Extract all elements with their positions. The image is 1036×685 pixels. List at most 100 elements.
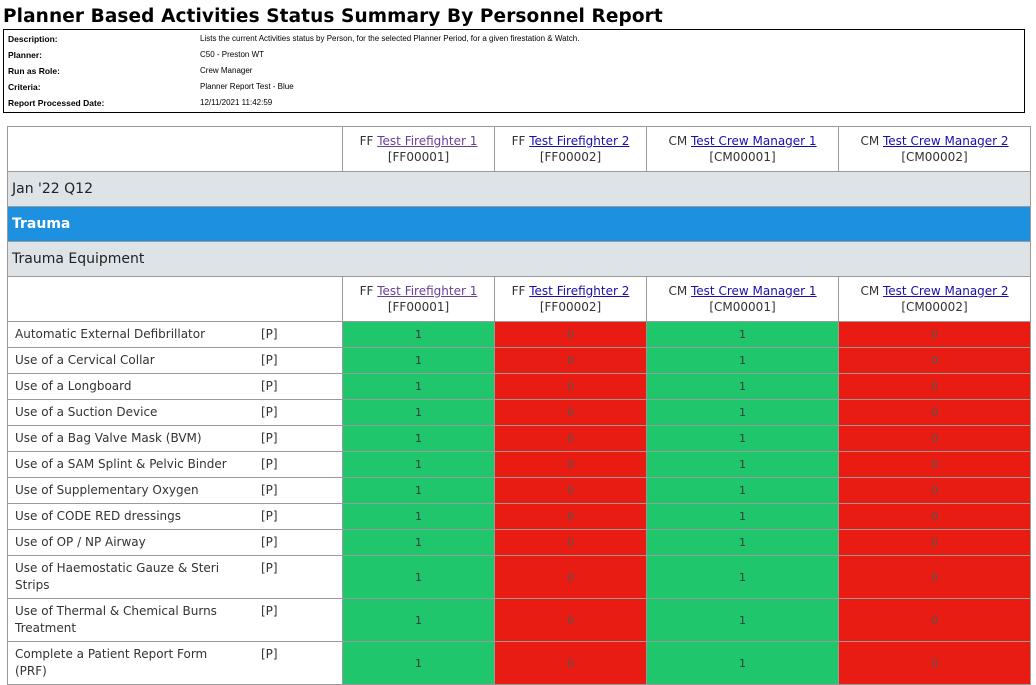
status-cell: 1 — [646, 477, 839, 504]
status-cell: 0 — [838, 598, 1031, 642]
personnel-header-cell: CM Test Crew Manager 2 [CM00002] — [838, 126, 1031, 172]
personnel-link[interactable]: Test Firefighter 2 — [529, 284, 629, 298]
status-cell: 1 — [342, 598, 495, 642]
status-cell: 1 — [646, 641, 839, 685]
table-row: Use of a Longboard [P] 1 0 1 0 — [7, 373, 1031, 400]
status-cell: 0 — [838, 373, 1031, 400]
personnel-header-cell: CM Test Crew Manager 1 [CM00001] — [646, 276, 839, 322]
activity-tag: [P] — [261, 379, 278, 393]
status-cell: 1 — [646, 399, 839, 426]
personnel-code: [FF00002] — [539, 300, 602, 314]
activity-name: Automatic External Defibrillator — [15, 327, 206, 341]
activity-name-cell: Complete a Patient Report Form (PRF) [P] — [7, 641, 343, 685]
status-cell: 0 — [494, 641, 647, 685]
personnel-link[interactable]: Test Crew Manager 2 — [883, 284, 1009, 298]
activity-name: Use of a Suction Device — [15, 405, 158, 419]
personnel-link[interactable]: Test Firefighter 1 — [377, 284, 477, 298]
table-row: Use of a Bag Valve Mask (BVM) [P] 1 0 1 0 — [7, 425, 1031, 452]
personnel-subheader-row: FF Test Firefighter 1 [FF00001] FF Test … — [7, 276, 1031, 322]
status-cell: 1 — [646, 321, 839, 348]
activity-name-cell: Use of a Bag Valve Mask (BVM) [P] — [7, 425, 343, 452]
status-cell: 0 — [494, 399, 647, 426]
personnel-code: [FF00001] — [387, 150, 450, 164]
status-cell: 0 — [838, 503, 1031, 530]
personnel-link[interactable]: Test Crew Manager 1 — [691, 134, 817, 148]
activity-name-cell: Use of CODE RED dressings [P] — [7, 503, 343, 530]
activity-tag: [P] — [261, 431, 278, 445]
status-cell: 0 — [838, 425, 1031, 452]
info-value: 12/11/2021 11:42:59 — [200, 98, 273, 107]
personnel-prefix: FF — [511, 284, 526, 298]
info-value: C50 - Preston WT — [200, 50, 265, 59]
info-value: Planner Report Test - Blue — [200, 82, 294, 91]
activity-tag: [P] — [261, 353, 278, 367]
subcategory-row: Trauma Equipment — [7, 241, 1031, 277]
status-cell: 0 — [494, 373, 647, 400]
personnel-prefix: FF — [359, 134, 374, 148]
status-cell: 0 — [494, 347, 647, 374]
subcategory-label: Trauma Equipment — [7, 241, 1031, 277]
personnel-link[interactable]: Test Firefighter 2 — [529, 134, 629, 148]
personnel-header-row: FF Test Firefighter 1 [FF00001] FF Test … — [7, 126, 1031, 172]
personnel-header-cell: FF Test Firefighter 1 [FF00001] — [342, 126, 495, 172]
status-cell: 1 — [342, 555, 495, 599]
info-description: Description: Lists the current Activitie… — [8, 34, 1018, 50]
status-cell: 1 — [342, 451, 495, 478]
category-row: Trauma — [7, 206, 1031, 242]
info-label: Criteria: — [8, 82, 41, 92]
table-row: Use of a SAM Splint & Pelvic Binder [P] 1 0… — [7, 451, 1031, 478]
personnel-header-cell: FF Test Firefighter 2 [FF00002] — [494, 276, 647, 322]
activity-tag: [P] — [261, 647, 278, 661]
personnel-prefix: CM — [668, 134, 688, 148]
activity-name-cell: Use of a Cervical Collar [P] — [7, 347, 343, 374]
activity-name: Use of a Longboard — [15, 379, 132, 393]
table-row: Use of a Suction Device [P] 1 0 1 0 — [7, 399, 1031, 426]
status-cell: 0 — [838, 555, 1031, 599]
info-label: Run as Role: — [8, 66, 60, 76]
personnel-link[interactable]: Test Crew Manager 2 — [883, 134, 1009, 148]
status-cell: 1 — [646, 598, 839, 642]
info-value: Lists the current Activities status by P… — [200, 34, 580, 43]
personnel-prefix: FF — [511, 134, 526, 148]
activity-name-cell: Use of Thermal & Chemical Burns Treatmen… — [7, 598, 343, 642]
personnel-link[interactable]: Test Firefighter 1 — [377, 134, 477, 148]
status-cell: 0 — [838, 477, 1031, 504]
info-label: Description: — [8, 34, 58, 44]
status-table: FF Test Firefighter 1 [FF00001] FF Test … — [7, 126, 1031, 685]
activity-name: Complete a Patient Report Form (PRF) — [15, 647, 208, 678]
activity-name: Use of Haemostatic Gauze & Steri Strips — [15, 561, 220, 592]
table-row: Complete a Patient Report Form (PRF) [P] 1… — [7, 641, 1031, 685]
period-label: Jan '22 Q12 — [7, 171, 1031, 207]
status-cell: 1 — [646, 529, 839, 556]
personnel-prefix: CM — [860, 284, 880, 298]
activity-name-cell: Use of OP / NP Airway [P] — [7, 529, 343, 556]
status-cell: 1 — [646, 373, 839, 400]
activity-name: Use of Thermal & Chemical Burns Treatmen… — [15, 604, 217, 635]
table-row: Use of Thermal & Chemical Burns Treatmen… — [7, 598, 1031, 642]
info-processed-date: Report Processed Date: 12/11/2021 11:42:… — [8, 98, 1018, 114]
personnel-header-cell: CM Test Crew Manager 2 [CM00002] — [838, 276, 1031, 322]
status-cell: 0 — [838, 321, 1031, 348]
personnel-link[interactable]: Test Crew Manager 1 — [691, 284, 817, 298]
table-row: Use of Supplementary Oxygen [P] 1 0 1 0 — [7, 477, 1031, 504]
personnel-code: [FF00002] — [539, 150, 602, 164]
status-cell: 1 — [342, 503, 495, 530]
status-cell: 0 — [494, 321, 647, 348]
personnel-code: [CM00001] — [709, 150, 776, 164]
activity-name-cell: Use of a Longboard [P] — [7, 373, 343, 400]
activity-tag: [P] — [261, 535, 278, 549]
activity-name: Use of a Cervical Collar — [15, 353, 155, 367]
status-cell: 1 — [342, 529, 495, 556]
activity-tag: [P] — [261, 327, 278, 341]
status-cell: 1 — [646, 503, 839, 530]
status-cell: 0 — [494, 477, 647, 504]
activity-name: Use of CODE RED dressings — [15, 509, 182, 523]
status-cell: 0 — [838, 529, 1031, 556]
status-cell: 0 — [838, 347, 1031, 374]
report-title: Planner Based Activities Status Summary … — [3, 6, 663, 27]
status-cell: 1 — [646, 555, 839, 599]
personnel-code: [FF00001] — [387, 300, 450, 314]
info-planner: Planner: C50 - Preston WT — [8, 50, 1018, 66]
table-row: Automatic External Defibrillator [P] 1 0 1 0 — [7, 321, 1031, 348]
activity-name-cell: Use of a Suction Device [P] — [7, 399, 343, 426]
